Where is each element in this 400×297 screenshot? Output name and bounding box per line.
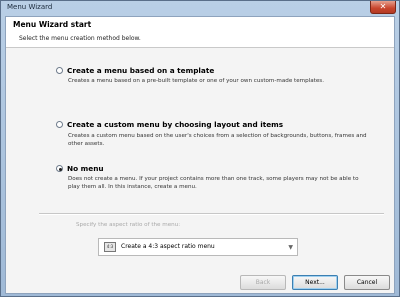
wizard-window: Menu Wizard ✕ Menu Wizard start Select t… <box>0 0 400 297</box>
cancel-button[interactable]: Cancel <box>344 275 390 290</box>
option-template-description: Creates a menu based on a pre-built temp… <box>68 78 324 84</box>
radio-custom[interactable] <box>56 121 63 128</box>
option-template-label[interactable]: Create a menu based on a template <box>67 66 214 75</box>
window-title: Menu Wizard <box>7 3 53 11</box>
aspect-ratio-icon: 4:3 <box>104 242 116 252</box>
wizard-content: Menu Wizard start Select the menu creati… <box>5 16 395 294</box>
radio-no-menu[interactable] <box>56 165 63 172</box>
option-no-menu-label[interactable]: No menu <box>67 164 104 173</box>
aspect-ratio-value: Create a 4:3 aspect ratio menu <box>121 243 215 250</box>
option-custom-label[interactable]: Create a custom menu by choosing layout … <box>67 120 283 129</box>
back-button[interactable]: Back <box>240 275 286 290</box>
option-custom-description: Creates a custom menu based on the user'… <box>68 133 367 147</box>
wizard-header: Menu Wizard start Select the menu creati… <box>6 17 394 48</box>
next-button[interactable]: Next... <box>292 275 338 290</box>
option-no-menu-description: Does not create a menu. If your project … <box>68 176 359 190</box>
page-title: Menu Wizard start <box>13 20 92 29</box>
page-subtitle: Select the menu creation method below. <box>19 35 141 42</box>
divider <box>39 213 384 215</box>
title-bar[interactable]: Menu Wizard ✕ <box>1 1 399 16</box>
chevron-down-icon[interactable]: ▼ <box>288 244 293 251</box>
radio-template[interactable] <box>56 67 63 74</box>
aspect-ratio-dropdown[interactable]: 4:3 Create a 4:3 aspect ratio menu ▼ <box>98 238 298 256</box>
close-icon[interactable]: ✕ <box>370 1 396 14</box>
aspect-ratio-label: Specify the aspect ratio of the menu: <box>76 222 181 228</box>
